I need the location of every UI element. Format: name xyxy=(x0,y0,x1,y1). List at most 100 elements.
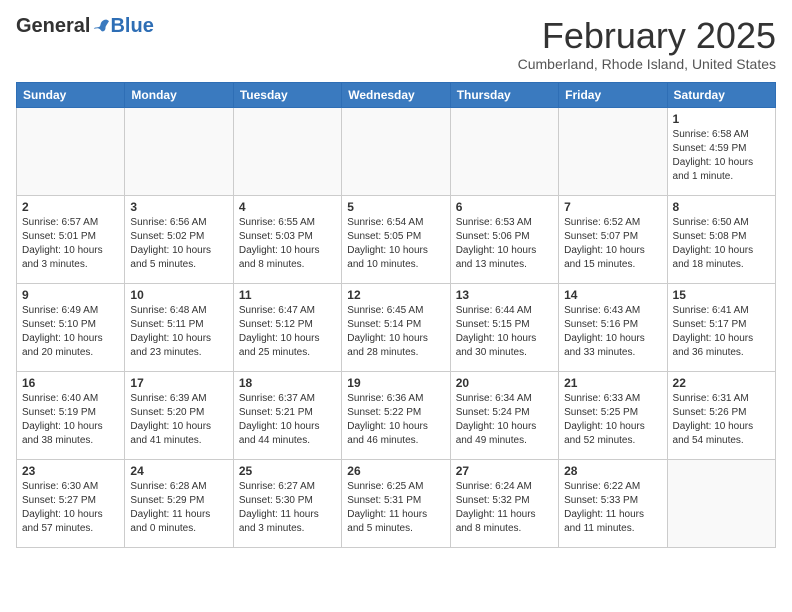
day-info: Sunrise: 6:31 AM Sunset: 5:26 PM Dayligh… xyxy=(673,392,770,448)
day-number: 23 xyxy=(22,464,119,478)
day-number: 20 xyxy=(456,376,553,390)
calendar-cell: 18Sunrise: 6:37 AM Sunset: 5:21 PM Dayli… xyxy=(233,371,341,459)
calendar-cell: 14 Sunrise: 6:43 AM Sunset: 5:16 PM Dayli… xyxy=(559,283,667,371)
day-number: 11 xyxy=(239,288,336,302)
day-number: 18 xyxy=(239,376,336,390)
calendar-cell: 6 Sunrise: 6:53 AM Sunset: 5:06 PM Daylig… xyxy=(450,195,558,283)
day-info: Sunrise: 6:50 AM Sunset: 5:08 PM Dayligh… xyxy=(673,216,770,272)
day-info: Sunrise: 6:39 AM Sunset: 5:20 PM Dayligh… xyxy=(130,392,227,448)
calendar-cell: 5 Sunrise: 6:54 AM Sunset: 5:05 PM Daylig… xyxy=(342,195,450,283)
calendar-table: SundayMondayTuesdayWednesdayThursdayFrid… xyxy=(16,82,776,548)
day-number: 19 xyxy=(347,376,444,390)
calendar-cell: 16 Sunrise: 6:40 AM Sunset: 5:19 PM Dayli… xyxy=(17,371,125,459)
calendar-cell xyxy=(17,107,125,195)
day-number: 15 xyxy=(673,288,770,302)
day-info: Sunrise: 6:40 AM Sunset: 5:19 PM Dayligh… xyxy=(22,392,119,448)
calendar-cell: 1Sunrise: 6:58 AM Sunset: 4:59 PM Daylig… xyxy=(667,107,775,195)
day-number: 2 xyxy=(22,200,119,214)
calendar-header-row: SundayMondayTuesdayWednesdayThursdayFrid… xyxy=(17,82,776,107)
calendar-week-row: 16 Sunrise: 6:40 AM Sunset: 5:19 PM Dayli… xyxy=(17,371,776,459)
day-info: Sunrise: 6:55 AM Sunset: 5:03 PM Dayligh… xyxy=(239,216,336,272)
day-info: Sunrise: 6:25 AM Sunset: 5:31 PM Dayligh… xyxy=(347,480,444,536)
calendar-cell: 8 Sunrise: 6:50 AM Sunset: 5:08 PM Daylig… xyxy=(667,195,775,283)
col-header-wednesday: Wednesday xyxy=(342,82,450,107)
logo-blue: Blue xyxy=(110,16,153,36)
day-number: 6 xyxy=(456,200,553,214)
calendar-cell: 19 Sunrise: 6:36 AM Sunset: 5:22 PM Dayli… xyxy=(342,371,450,459)
col-header-monday: Monday xyxy=(125,82,233,107)
day-number: 12 xyxy=(347,288,444,302)
day-number: 25 xyxy=(239,464,336,478)
calendar-cell: 25Sunrise: 6:27 AM Sunset: 5:30 PM Dayli… xyxy=(233,459,341,547)
calendar-cell: 17 Sunrise: 6:39 AM Sunset: 5:20 PM Dayli… xyxy=(125,371,233,459)
day-info: Sunrise: 6:47 AM Sunset: 5:12 PM Dayligh… xyxy=(239,304,336,360)
day-info: Sunrise: 6:58 AM Sunset: 4:59 PM Dayligh… xyxy=(673,128,770,184)
day-number: 8 xyxy=(673,200,770,214)
calendar-week-row: 1Sunrise: 6:58 AM Sunset: 4:59 PM Daylig… xyxy=(17,107,776,195)
title-block: February 2025 Cumberland, Rhode Island, … xyxy=(518,16,776,72)
month-year-title: February 2025 xyxy=(518,16,776,56)
calendar-cell: 24 Sunrise: 6:28 AM Sunset: 5:29 PM Dayli… xyxy=(125,459,233,547)
calendar-cell xyxy=(233,107,341,195)
day-number: 13 xyxy=(456,288,553,302)
day-number: 28 xyxy=(564,464,661,478)
calendar-cell: 20 Sunrise: 6:34 AM Sunset: 5:24 PM Dayli… xyxy=(450,371,558,459)
day-number: 27 xyxy=(456,464,553,478)
location-subtitle: Cumberland, Rhode Island, United States xyxy=(518,56,776,72)
day-number: 16 xyxy=(22,376,119,390)
calendar-cell: 9Sunrise: 6:49 AM Sunset: 5:10 PM Daylig… xyxy=(17,283,125,371)
day-info: Sunrise: 6:22 AM Sunset: 5:33 PM Dayligh… xyxy=(564,480,661,536)
day-info: Sunrise: 6:24 AM Sunset: 5:32 PM Dayligh… xyxy=(456,480,553,536)
day-info: Sunrise: 6:33 AM Sunset: 5:25 PM Dayligh… xyxy=(564,392,661,448)
calendar-cell: 7 Sunrise: 6:52 AM Sunset: 5:07 PM Daylig… xyxy=(559,195,667,283)
calendar-cell: 23 Sunrise: 6:30 AM Sunset: 5:27 PM Dayli… xyxy=(17,459,125,547)
day-number: 5 xyxy=(347,200,444,214)
calendar-cell xyxy=(667,459,775,547)
logo: General Blue xyxy=(16,16,154,36)
day-info: Sunrise: 6:57 AM Sunset: 5:01 PM Dayligh… xyxy=(22,216,119,272)
calendar-cell: 15 Sunrise: 6:41 AM Sunset: 5:17 PM Dayli… xyxy=(667,283,775,371)
page-header: General Blue February 2025 Cumberland, R… xyxy=(16,16,776,72)
day-info: Sunrise: 6:30 AM Sunset: 5:27 PM Dayligh… xyxy=(22,480,119,536)
day-number: 21 xyxy=(564,376,661,390)
day-number: 10 xyxy=(130,288,227,302)
day-number: 14 xyxy=(564,288,661,302)
day-info: Sunrise: 6:34 AM Sunset: 5:24 PM Dayligh… xyxy=(456,392,553,448)
calendar-cell xyxy=(559,107,667,195)
calendar-cell: 2 Sunrise: 6:57 AM Sunset: 5:01 PM Daylig… xyxy=(17,195,125,283)
day-number: 24 xyxy=(130,464,227,478)
logo-general: General xyxy=(16,16,90,36)
day-info: Sunrise: 6:43 AM Sunset: 5:16 PM Dayligh… xyxy=(564,304,661,360)
calendar-cell: 4Sunrise: 6:55 AM Sunset: 5:03 PM Daylig… xyxy=(233,195,341,283)
day-info: Sunrise: 6:52 AM Sunset: 5:07 PM Dayligh… xyxy=(564,216,661,272)
day-info: Sunrise: 6:28 AM Sunset: 5:29 PM Dayligh… xyxy=(130,480,227,536)
col-header-friday: Friday xyxy=(559,82,667,107)
calendar-week-row: 23 Sunrise: 6:30 AM Sunset: 5:27 PM Dayli… xyxy=(17,459,776,547)
day-number: 22 xyxy=(673,376,770,390)
day-number: 9 xyxy=(22,288,119,302)
calendar-cell: 11 Sunrise: 6:47 AM Sunset: 5:12 PM Dayli… xyxy=(233,283,341,371)
day-info: Sunrise: 6:44 AM Sunset: 5:15 PM Dayligh… xyxy=(456,304,553,360)
col-header-thursday: Thursday xyxy=(450,82,558,107)
day-info: Sunrise: 6:48 AM Sunset: 5:11 PM Dayligh… xyxy=(130,304,227,360)
calendar-cell xyxy=(125,107,233,195)
logo-bird-icon xyxy=(92,17,110,35)
col-header-tuesday: Tuesday xyxy=(233,82,341,107)
calendar-cell: 26 Sunrise: 6:25 AM Sunset: 5:31 PM Dayli… xyxy=(342,459,450,547)
calendar-cell: 13 Sunrise: 6:44 AM Sunset: 5:15 PM Dayli… xyxy=(450,283,558,371)
col-header-saturday: Saturday xyxy=(667,82,775,107)
day-number: 3 xyxy=(130,200,227,214)
calendar-cell: 22 Sunrise: 6:31 AM Sunset: 5:26 PM Dayli… xyxy=(667,371,775,459)
calendar-cell: 28 Sunrise: 6:22 AM Sunset: 5:33 PM Dayli… xyxy=(559,459,667,547)
day-number: 17 xyxy=(130,376,227,390)
day-number: 7 xyxy=(564,200,661,214)
day-info: Sunrise: 6:36 AM Sunset: 5:22 PM Dayligh… xyxy=(347,392,444,448)
calendar-cell: 3Sunrise: 6:56 AM Sunset: 5:02 PM Daylig… xyxy=(125,195,233,283)
day-info: Sunrise: 6:54 AM Sunset: 5:05 PM Dayligh… xyxy=(347,216,444,272)
day-info: Sunrise: 6:41 AM Sunset: 5:17 PM Dayligh… xyxy=(673,304,770,360)
calendar-cell xyxy=(450,107,558,195)
day-number: 26 xyxy=(347,464,444,478)
day-info: Sunrise: 6:53 AM Sunset: 5:06 PM Dayligh… xyxy=(456,216,553,272)
calendar-cell: 21 Sunrise: 6:33 AM Sunset: 5:25 PM Dayli… xyxy=(559,371,667,459)
calendar-cell xyxy=(342,107,450,195)
